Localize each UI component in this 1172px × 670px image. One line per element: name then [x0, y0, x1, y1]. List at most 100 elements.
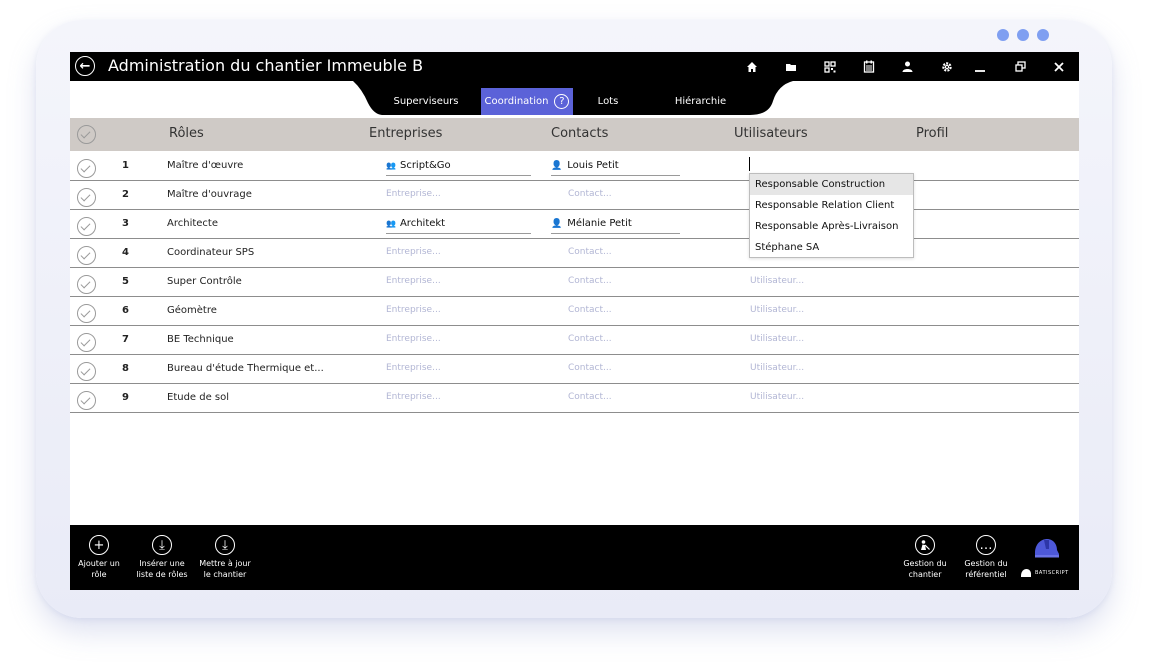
folder-icon[interactable]	[771, 52, 810, 81]
text-cursor	[749, 157, 750, 171]
row-check-icon[interactable]	[77, 333, 96, 352]
repository-management-button[interactable]: … Gestion du référentiel	[958, 535, 1014, 580]
role-name[interactable]: Maître d'ouvrage	[167, 189, 252, 200]
row-number: 8	[122, 363, 129, 374]
entreprise-field[interactable]: 👥 Architekt	[386, 218, 531, 234]
restore-icon[interactable]	[1000, 52, 1040, 81]
row-check-icon[interactable]	[77, 391, 96, 410]
insert-role-list-button[interactable]: ⤓ Insérer une liste de rôles	[133, 535, 191, 580]
entreprise-placeholder[interactable]: Entreprise...	[386, 392, 441, 402]
entreprise-placeholder[interactable]: Entreprise...	[386, 363, 441, 373]
update-site-button[interactable]: ⤓ Mettre à jour le chantier	[196, 535, 254, 580]
contact-placeholder[interactable]: Contact...	[568, 189, 612, 199]
entreprise-placeholder[interactable]: Entreprise...	[386, 334, 441, 344]
button-label: Insérer une liste de rôles	[136, 559, 188, 579]
grid-icon[interactable]	[810, 52, 849, 81]
table-row[interactable]: 9 Etude de sol Entreprise... Contact... …	[70, 384, 1079, 413]
row-check-icon[interactable]	[77, 275, 96, 294]
table-row[interactable]: 4 Coordinateur SPS Entreprise... Contact…	[70, 239, 1079, 268]
column-header-entreprises[interactable]: Entreprises	[369, 126, 442, 141]
contact-placeholder[interactable]: Contact...	[568, 247, 612, 257]
utilisateur-placeholder[interactable]: Utilisateur...	[750, 276, 804, 286]
plus-icon: +	[89, 535, 109, 555]
role-name[interactable]: Architecte	[167, 218, 218, 229]
table-row[interactable]: 7 BE Technique Entreprise... Contact... …	[70, 326, 1079, 355]
tab-label: Hiérarchie	[674, 96, 727, 107]
tab-superviseurs[interactable]: Superviseurs	[386, 88, 466, 115]
utilisateur-placeholder[interactable]: Utilisateur...	[750, 363, 804, 373]
calendar-icon[interactable]	[849, 52, 888, 81]
table-header: Rôles Entreprises Contacts Utilisateurs …	[70, 118, 1079, 151]
help-icon[interactable]: ?	[554, 94, 570, 109]
row-check-icon[interactable]	[77, 188, 96, 207]
role-name[interactable]: Maître d'œuvre	[167, 160, 243, 171]
row-check-icon[interactable]	[77, 304, 96, 323]
download-icon: ⤓	[152, 535, 172, 555]
column-header-contacts[interactable]: Contacts	[551, 126, 608, 141]
role-name[interactable]: Coordinateur SPS	[167, 247, 254, 258]
contact-field[interactable]: 👤 Mélanie Petit	[551, 218, 680, 234]
home-icon[interactable]	[732, 52, 771, 81]
table-row[interactable]: 2 Maître d'ouvrage Entreprise... Contact…	[70, 181, 1079, 210]
table-row[interactable]: 3 Architecte 👥 Architekt 👤 Mélanie Petit	[70, 210, 1079, 239]
entreprise-placeholder[interactable]: Entreprise...	[386, 305, 441, 315]
tab-label: Lots	[597, 96, 619, 107]
dot-icon	[997, 29, 1009, 41]
row-check-icon[interactable]	[77, 217, 96, 236]
button-label: Ajouter un rôle	[78, 559, 120, 579]
row-check-icon[interactable]	[77, 246, 96, 265]
app-window: ← Administration du chantier Immeuble B	[70, 52, 1079, 590]
column-header-roles[interactable]: Rôles	[169, 126, 204, 141]
contact-placeholder[interactable]: Contact...	[568, 334, 612, 344]
entreprise-placeholder[interactable]: Entreprise...	[386, 189, 441, 199]
worker-icon	[915, 535, 935, 555]
table-row[interactable]: 8 Bureau d'étude Thermique et... Entrepr…	[70, 355, 1079, 384]
role-name[interactable]: Bureau d'étude Thermique et...	[167, 363, 324, 374]
table-row[interactable]: 1 Maître d'œuvre 👥 Script&Go 👤 Louis Petit	[70, 152, 1079, 181]
minimize-icon[interactable]	[960, 52, 1000, 81]
select-all-check-icon[interactable]	[77, 125, 96, 144]
dropdown-item[interactable]: Responsable Après-Livraison	[750, 216, 913, 237]
table-row[interactable]: 5 Super Contrôle Entreprise... Contact..…	[70, 268, 1079, 297]
role-name[interactable]: Géomètre	[167, 305, 217, 316]
add-role-button[interactable]: + Ajouter un rôle	[74, 535, 124, 580]
entreprise-placeholder[interactable]: Entreprise...	[386, 276, 441, 286]
column-header-utilisateurs[interactable]: Utilisateurs	[734, 126, 808, 141]
tab-bar: Superviseurs Coordination ? Lots Hiérarc…	[70, 81, 1079, 115]
contact-placeholder[interactable]: Contact...	[568, 276, 612, 286]
bottom-app-bar: + Ajouter un rôle ⤓ Insérer une liste de…	[70, 525, 1079, 590]
site-management-button[interactable]: Gestion du chantier	[898, 535, 952, 580]
close-icon[interactable]	[1039, 52, 1079, 81]
entreprise-field[interactable]: 👥 Script&Go	[386, 160, 531, 176]
contact-field[interactable]: 👤 Louis Petit	[551, 160, 680, 176]
dropdown-item[interactable]: Responsable Construction	[750, 174, 913, 195]
row-number: 7	[122, 334, 129, 345]
tab-lots[interactable]: Lots	[588, 88, 628, 115]
dropdown-item[interactable]: Stéphane SA	[750, 237, 913, 258]
role-name[interactable]: Etude de sol	[167, 392, 229, 403]
column-header-profil[interactable]: Profil	[916, 126, 948, 141]
table-row[interactable]: 6 Géomètre Entreprise... Contact... Util…	[70, 297, 1079, 326]
row-check-icon[interactable]	[77, 159, 96, 178]
window-dots	[997, 29, 1049, 41]
contact-value: Louis Petit	[567, 160, 619, 171]
row-check-icon[interactable]	[77, 362, 96, 381]
row-number: 4	[122, 247, 129, 258]
utilisateur-placeholder[interactable]: Utilisateur...	[750, 305, 804, 315]
tab-coordination[interactable]: Coordination ?	[481, 88, 573, 115]
back-arrow-icon[interactable]: ←	[75, 56, 95, 76]
entreprise-placeholder[interactable]: Entreprise...	[386, 247, 441, 257]
contact-placeholder[interactable]: Contact...	[568, 392, 612, 402]
button-label: Gestion du chantier	[903, 559, 947, 579]
tab-hierarchie[interactable]: Hiérarchie	[668, 88, 733, 115]
dropdown-item[interactable]: Responsable Relation Client	[750, 195, 913, 216]
contact-placeholder[interactable]: Contact...	[568, 305, 612, 315]
utilisateur-placeholder[interactable]: Utilisateur...	[750, 392, 804, 402]
user-icon[interactable]	[888, 52, 927, 81]
role-name[interactable]: Super Contrôle	[167, 276, 242, 287]
utilisateur-placeholder[interactable]: Utilisateur...	[750, 334, 804, 344]
contact-placeholder[interactable]: Contact...	[568, 363, 612, 373]
role-name[interactable]: BE Technique	[167, 334, 234, 345]
dot-icon	[1017, 29, 1029, 41]
row-number: 1	[122, 160, 129, 171]
